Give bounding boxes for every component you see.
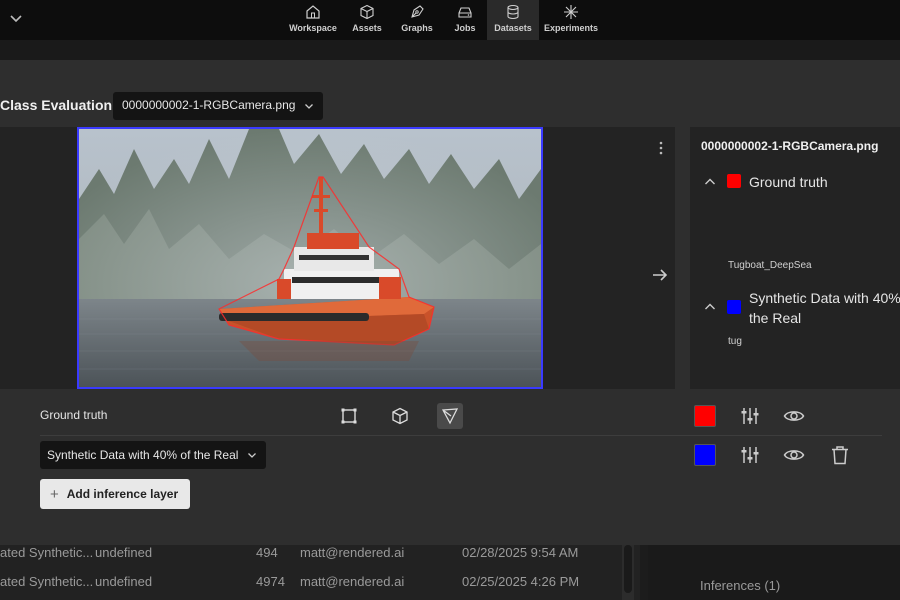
sliders-icon xyxy=(741,447,759,463)
arrow-right-icon[interactable] xyxy=(650,265,670,285)
bounding-box-tool[interactable] xyxy=(336,403,362,429)
chevron-up-icon[interactable] xyxy=(703,175,717,189)
nav-item-jobs[interactable]: Jobs xyxy=(443,0,487,40)
table-cell: 02/28/2025 9:54 AM xyxy=(462,545,579,560)
polygon-icon xyxy=(441,408,459,425)
home-icon xyxy=(306,5,320,19)
panel-file-name: 0000000002-1-RGBCamera.png xyxy=(701,139,879,153)
nav-label: Jobs xyxy=(454,23,476,33)
table-cell: ated Synthetic... xyxy=(0,574,94,589)
cube-icon xyxy=(392,407,408,425)
polygon-tool[interactable] xyxy=(437,403,463,429)
ground-truth-visibility-button[interactable] xyxy=(782,404,806,428)
trash-icon xyxy=(832,446,848,465)
eye-icon xyxy=(783,411,805,421)
eye-icon xyxy=(783,450,805,460)
plus-icon: + xyxy=(50,485,59,503)
image-file-select[interactable]: 0000000002-1-RGBCamera.png xyxy=(113,92,323,120)
delete-layer-button[interactable] xyxy=(828,443,852,467)
table-cell: matt@rendered.ai xyxy=(300,574,405,589)
add-inference-layer-button[interactable]: + Add inference layer xyxy=(40,479,190,509)
table-cell: 494 xyxy=(256,545,278,560)
layer-name: Ground truth xyxy=(749,174,828,190)
layer-class-label: tug xyxy=(728,336,742,347)
nav-item-workspace[interactable]: Workspace xyxy=(283,0,343,40)
nav-label: Graphs xyxy=(401,23,433,33)
top-navigation-bar: Workspace Assets Graphs Jobs Datasets Ex… xyxy=(0,0,900,40)
table-scrollbar[interactable] xyxy=(622,545,634,600)
table-cell: undefined xyxy=(95,574,153,589)
nav-label: Workspace xyxy=(289,23,337,33)
layer-header-ground-truth[interactable]: Ground truth xyxy=(703,172,900,192)
nav-item-experiments[interactable]: Experiments xyxy=(539,0,603,40)
nav-item-assets[interactable]: Assets xyxy=(343,0,391,40)
inference-visibility-button[interactable] xyxy=(782,443,806,467)
nav-label: Experiments xyxy=(543,23,599,33)
layer-class-label: Tugboat_DeepSea xyxy=(728,260,812,271)
table-cell: undefined xyxy=(95,545,153,560)
image-viewer xyxy=(0,127,675,389)
sliders-icon xyxy=(741,408,759,424)
database-icon xyxy=(507,4,519,20)
chevron-down-icon xyxy=(248,453,256,458)
layer-name: Synthetic Data with 40% of the Real xyxy=(749,290,900,326)
layer-header-inference[interactable]: Synthetic Data with 40% of the Real xyxy=(703,288,900,328)
chevron-down-icon xyxy=(305,104,313,109)
drive-icon xyxy=(458,7,472,18)
button-label: Add inference layer xyxy=(66,487,179,501)
page-background xyxy=(0,40,900,60)
scrollbar-thumb[interactable] xyxy=(624,545,632,593)
nav-item-datasets[interactable]: Datasets xyxy=(487,0,539,40)
nav-label: Assets xyxy=(352,23,382,33)
inference-color-button[interactable] xyxy=(694,444,716,466)
3d-box-tool[interactable] xyxy=(387,403,413,429)
sparkle-icon xyxy=(564,5,578,19)
annotation-panel: 0000000002-1-RGBCamera.png Ground truth … xyxy=(690,127,900,389)
modal-title: Class Evaluation xyxy=(0,97,113,113)
table-cell: matt@rendered.ai xyxy=(300,545,405,560)
layer-color-swatch xyxy=(727,174,741,188)
chevron-up-icon[interactable] xyxy=(703,300,717,314)
select-value: Synthetic Data with 40% of the Real xyxy=(47,448,239,462)
inference-model-select[interactable]: Synthetic Data with 40% of the Real xyxy=(40,441,266,469)
nav-label: Datasets xyxy=(494,23,532,33)
inferences-heading: Inferences (1) xyxy=(700,578,781,593)
select-value: 0000000002-1-RGBCamera.png xyxy=(122,98,296,112)
square-icon xyxy=(341,408,357,424)
ground-truth-label: Ground truth xyxy=(40,408,108,422)
layer-color-swatch xyxy=(727,300,741,314)
main-nav: Workspace Assets Graphs Jobs Datasets Ex… xyxy=(283,0,603,40)
tugboat-scene-image xyxy=(79,129,541,387)
cube-icon xyxy=(360,4,374,20)
inference-settings-button[interactable] xyxy=(738,443,762,467)
chevron-down-icon[interactable] xyxy=(8,10,24,26)
class-evaluation-modal: Class Evaluation 0000000002-1-RGBCamera.… xyxy=(0,60,900,545)
evaluation-image[interactable] xyxy=(77,127,543,389)
pen-tool-icon xyxy=(411,5,424,18)
table-cell: ated Synthetic... xyxy=(0,545,94,560)
more-vertical-icon[interactable] xyxy=(654,139,668,157)
table-cell: 4974 xyxy=(256,574,285,589)
ground-truth-color-button[interactable] xyxy=(694,405,716,427)
table-cell: 02/25/2025 4:26 PM xyxy=(462,574,580,589)
nav-item-graphs[interactable]: Graphs xyxy=(391,0,443,40)
layer-divider xyxy=(40,435,882,436)
datasets-table: ated Synthetic... undefined 494 matt@ren… xyxy=(0,545,640,600)
ground-truth-settings-button[interactable] xyxy=(738,404,762,428)
